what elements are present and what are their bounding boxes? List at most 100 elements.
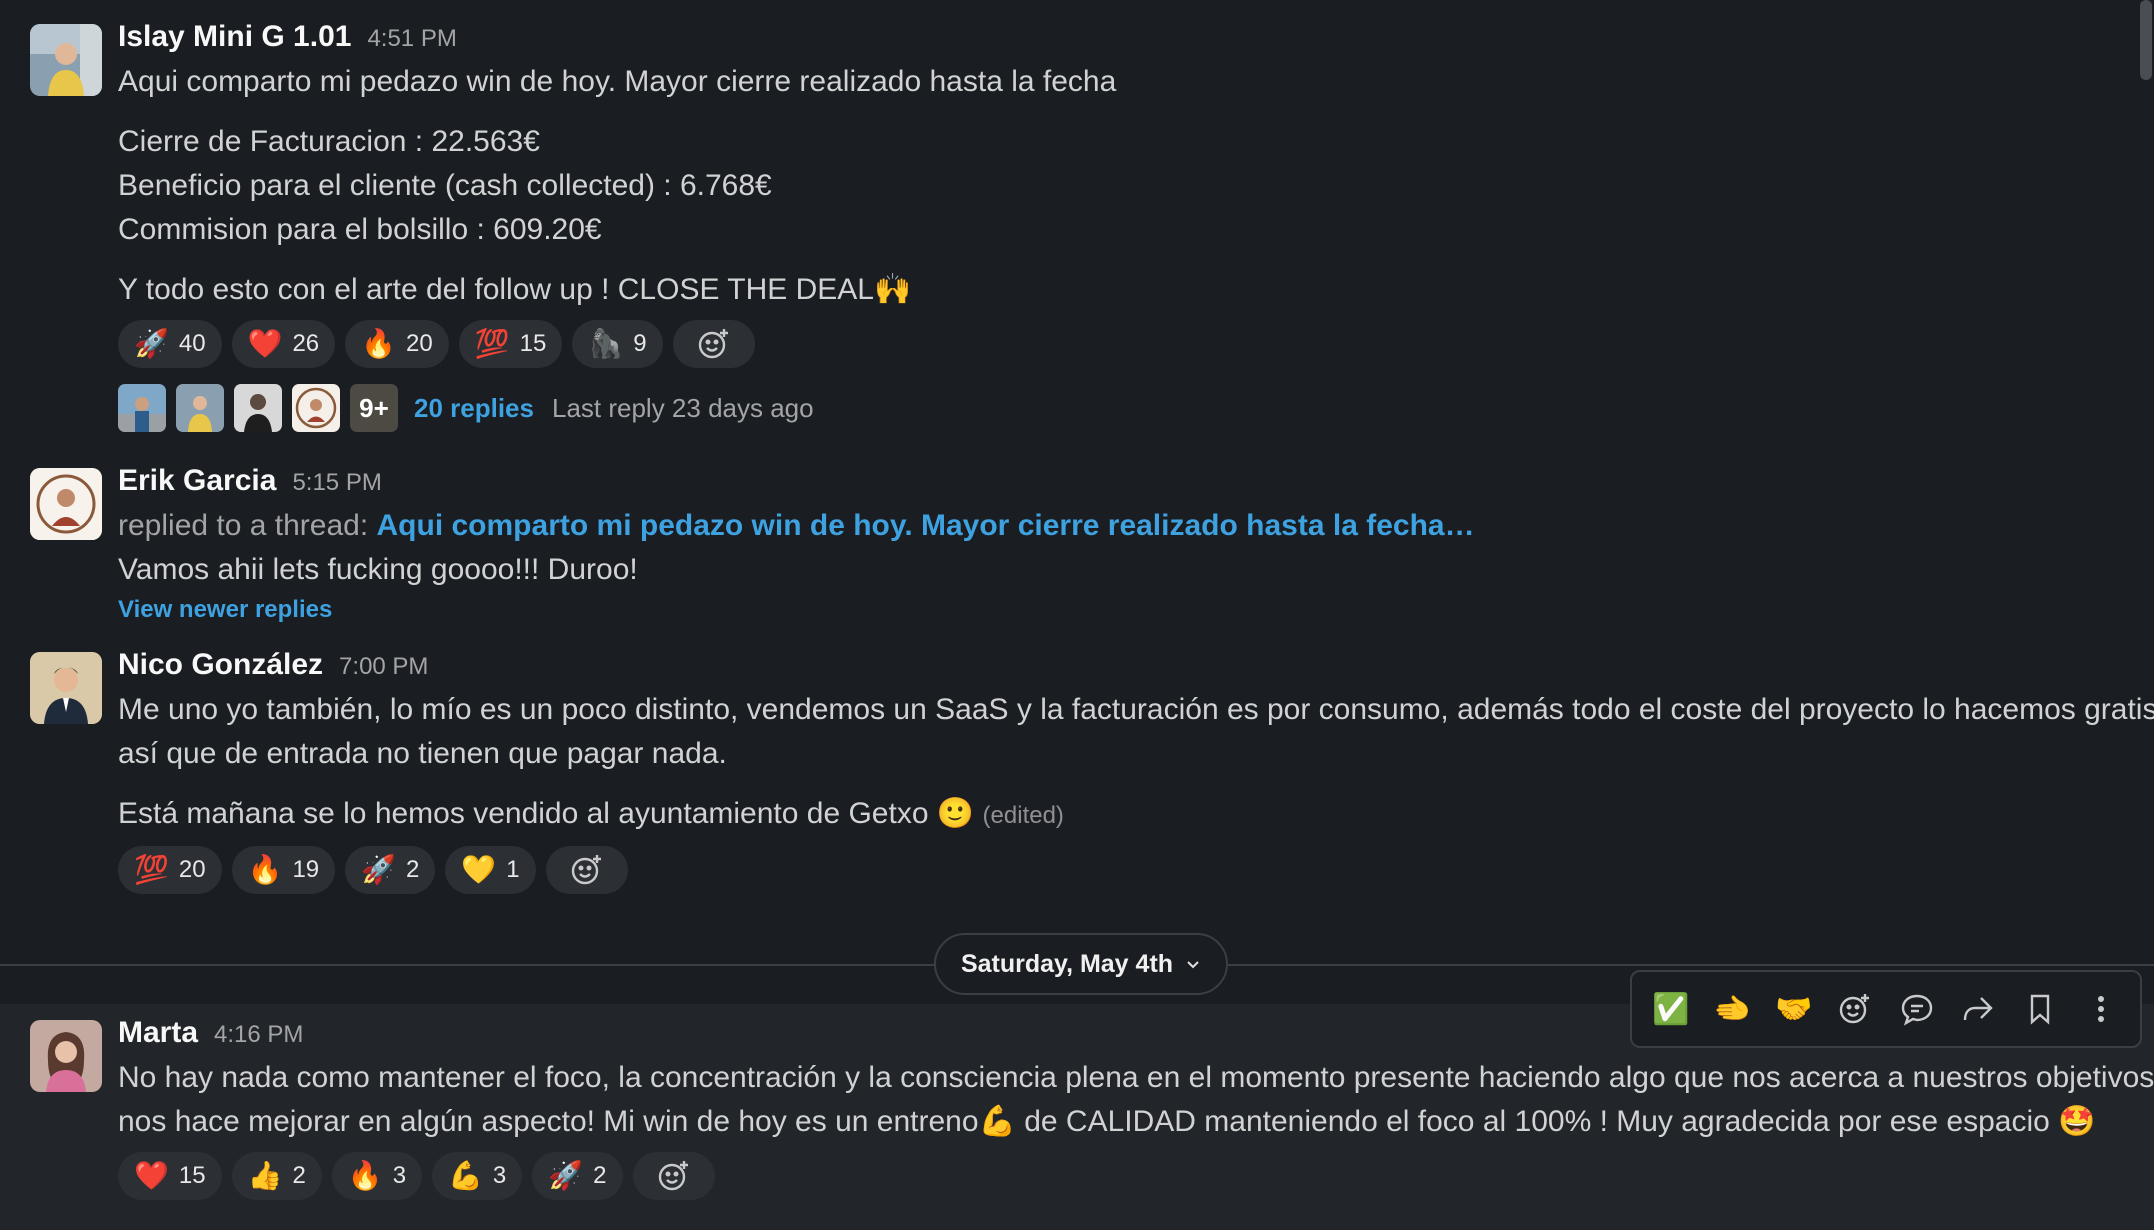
message-text-line: nos hace mejorar en algún aspecto! Mi wi… (118, 1100, 2124, 1144)
heart-emoji: ❤️ (134, 1160, 169, 1191)
hundred-points-emoji: 💯 (474, 328, 510, 359)
date-label: Saturday, May 4th (960, 949, 1174, 978)
raised-hands-emoji: 🙌 (873, 273, 912, 306)
reaction-fire[interactable]: 🔥 20 (345, 320, 449, 368)
fire-emoji: 🔥 (247, 854, 283, 885)
share-arrow-icon (1964, 997, 1993, 1021)
last-reply-text: Last reply 23 days ago (551, 392, 814, 423)
participant-avatar (292, 384, 340, 432)
timestamp[interactable]: 5:15 PM (292, 469, 381, 497)
reaction-fire[interactable]: 🔥 19 (231, 846, 336, 894)
save-for-later-button[interactable] (2014, 983, 2066, 1035)
rocket-emoji: 🚀 (134, 328, 169, 359)
star-struck-emoji: 🤩 (2058, 1105, 2096, 1138)
add-reaction-icon (1840, 994, 1870, 1024)
reaction-count: 2 (406, 856, 420, 883)
message-feed: Islay Mini G 1.01 4:51 PM Aqui comparto … (0, 0, 2154, 1230)
more-actions-button[interactable] (2075, 983, 2127, 1035)
chevron-down-icon (1187, 961, 1199, 969)
flexed-biceps-emoji: 💪 (978, 1105, 1016, 1138)
bookmark-icon (2030, 994, 2049, 1025)
pointing-hand-icon: 🫲 (1713, 992, 1751, 1026)
reaction-heart[interactable]: ❤️ 26 (231, 320, 336, 368)
replies-link[interactable]: 20 replies (414, 393, 534, 424)
participant-avatar (176, 384, 224, 432)
check-mark-icon: ✅ (1652, 992, 1690, 1026)
view-newer-replies-label[interactable]: View newer replies (118, 596, 332, 623)
reaction-yellow-heart[interactable]: 💛 1 (445, 846, 536, 894)
message-text-line: Y todo esto con el arte del follow up ! … (118, 268, 2124, 312)
more-participants-badge: 9+ (350, 384, 398, 432)
timestamp[interactable]: 4:16 PM (214, 1021, 303, 1049)
message-text: Vamos ahii lets fucking goooo!!! Duroo! (118, 553, 638, 586)
slight-smile-emoji: 🙂 (936, 797, 975, 830)
heart-emoji: ❤️ (247, 328, 283, 359)
rocket-emoji: 🚀 (548, 1160, 584, 1191)
avatar[interactable] (30, 652, 102, 724)
reaction-rocket[interactable]: 🚀 2 (532, 1152, 623, 1200)
replied-context: replied to a thread: Aqui comparto mi pe… (118, 504, 2124, 548)
author-name[interactable]: Erik Garcia (118, 464, 276, 498)
scrollbar-thumb[interactable] (2140, 0, 2152, 80)
author-name[interactable]: Nico González (118, 648, 323, 682)
reaction-thumbs-up[interactable]: 👍 2 (231, 1152, 322, 1200)
add-reaction-button[interactable] (672, 320, 755, 368)
gorilla-emoji: 🦍 (588, 328, 624, 359)
edited-label: (edited) (982, 802, 1064, 829)
message-actions-toolbar: ✅ 🫲 🤝 (1630, 970, 2142, 1048)
rocket-emoji: 🚀 (361, 854, 397, 885)
timestamp[interactable]: 7:00 PM (339, 653, 428, 681)
reaction-rocket[interactable]: 🚀 40 (118, 320, 222, 368)
reactions-bar: 💯 20 🔥 19 🚀 2 💛 1 (118, 846, 2124, 894)
reply-in-thread-button[interactable] (1891, 983, 1943, 1035)
view-newer-replies-link[interactable]: View newer replies (118, 592, 2124, 628)
reaction-count: 1 (506, 856, 520, 883)
reaction-hundred[interactable]: 💯 15 (458, 320, 563, 368)
avatar[interactable] (30, 1020, 102, 1092)
reaction-count: 9 (633, 330, 647, 357)
reaction-gorilla[interactable]: 🦍 9 (572, 320, 663, 368)
thread-summary[interactable]: 9+ 20 replies Last reply 23 days ago (118, 384, 2124, 432)
message-text: Cierre de Facturacion : 22.563€ (118, 125, 540, 158)
reaction-count: 19 (292, 856, 320, 883)
reaction-count: 20 (406, 330, 433, 357)
reaction-fire[interactable]: 🔥 3 (331, 1152, 423, 1200)
date-divider-button[interactable]: Saturday, May 4th (934, 933, 1228, 995)
author-name[interactable]: Marta (118, 1016, 198, 1050)
add-reaction-button[interactable] (1829, 983, 1881, 1035)
timestamp[interactable]: 4:51 PM (367, 25, 456, 53)
reaction-muscle[interactable]: 💪 3 (432, 1152, 523, 1200)
message-text: Y todo esto con el arte del follow up ! … (118, 273, 874, 306)
reactions-bar: 🚀 40 ❤️ 26 🔥 20 💯 15 🦍 9 (118, 320, 2124, 368)
add-reaction-icon (658, 1161, 688, 1191)
flexed-biceps-emoji: 💪 (448, 1160, 483, 1191)
avatar[interactable] (30, 24, 102, 96)
add-reaction-button[interactable] (545, 846, 628, 894)
add-reaction-icon (698, 329, 728, 359)
reaction-hundred[interactable]: 💯 20 (118, 846, 222, 894)
author-name[interactable]: Islay Mini G 1.01 (118, 20, 351, 54)
message-text: nos hace mejorar en algún aspecto! Mi wi… (118, 1105, 979, 1138)
kebab-menu-icon (2098, 996, 2105, 1022)
message-text: No hay nada como mantener el foco, la co… (118, 1061, 2154, 1094)
reaction-heart[interactable]: ❤️ 15 (118, 1152, 222, 1200)
message-text: Commision para el bolsillo : 609.20€ (118, 213, 602, 246)
reaction-count: 15 (519, 330, 547, 357)
quick-react-check-button[interactable]: ✅ (1645, 983, 1697, 1035)
avatar[interactable] (30, 468, 102, 540)
participant-avatar (118, 384, 166, 432)
add-reaction-icon (571, 855, 601, 885)
replied-prefix: replied to a thread: (118, 509, 369, 542)
reaction-rocket[interactable]: 🚀 2 (345, 846, 436, 894)
handshake-icon: 🤝 (1775, 992, 1813, 1026)
message-text: de CALIDAD manteniendo el foco al 100% !… (1015, 1105, 2059, 1138)
fire-emoji: 🔥 (347, 1160, 383, 1191)
quick-react-hand-button[interactable]: 🫲 (1706, 983, 1758, 1035)
quick-react-handshake-button[interactable]: 🤝 (1768, 983, 1820, 1035)
add-reaction-button[interactable] (632, 1152, 715, 1200)
message-text-line: Está mañana se lo hemos vendido al ayunt… (118, 792, 2124, 838)
participant-avatar (234, 384, 282, 432)
forward-message-button[interactable] (1952, 983, 2004, 1035)
parent-thread-link[interactable]: Aqui comparto mi pedazo win de hoy. Mayo… (377, 509, 1475, 542)
reaction-count: 3 (492, 1162, 507, 1189)
